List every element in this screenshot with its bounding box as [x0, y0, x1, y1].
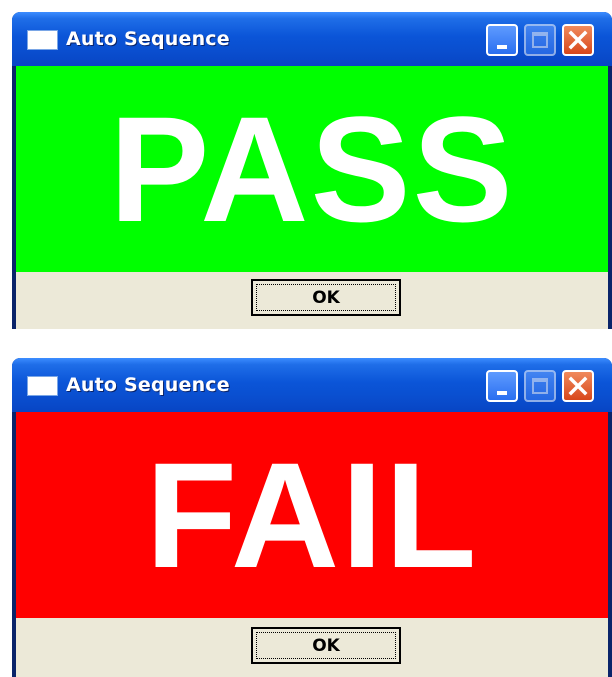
close-icon — [568, 376, 588, 396]
minimize-button[interactable] — [486, 24, 518, 56]
ok-button[interactable]: OK — [251, 627, 401, 664]
minimize-icon — [497, 391, 507, 395]
fail-status-banner: FAIL — [16, 412, 608, 618]
ok-button[interactable]: OK — [251, 279, 401, 316]
maximize-icon — [532, 32, 548, 48]
maximize-icon — [532, 378, 548, 394]
dialog-client-area: FAIL OK — [16, 412, 608, 677]
window-title: Auto Sequence — [66, 28, 230, 50]
maximize-button — [524, 24, 556, 56]
maximize-button — [524, 370, 556, 402]
close-button[interactable] — [562, 370, 594, 402]
pass-dialog-window: Auto Sequence PASS OK — [12, 12, 612, 329]
dialog-client-area: PASS OK — [16, 66, 608, 329]
window-icon[interactable] — [27, 30, 58, 50]
minimize-button[interactable] — [486, 370, 518, 402]
window-title: Auto Sequence — [66, 374, 230, 396]
window-icon[interactable] — [27, 376, 58, 396]
minimize-icon — [497, 45, 507, 49]
title-bar[interactable]: Auto Sequence — [12, 358, 612, 412]
close-button[interactable] — [562, 24, 594, 56]
ok-button-label: OK — [312, 635, 340, 656]
pass-status-banner: PASS — [16, 66, 608, 272]
close-icon — [568, 30, 588, 50]
ok-button-label: OK — [312, 287, 340, 308]
fail-dialog-window: Auto Sequence FAIL OK — [12, 358, 612, 677]
title-bar[interactable]: Auto Sequence — [12, 12, 612, 66]
